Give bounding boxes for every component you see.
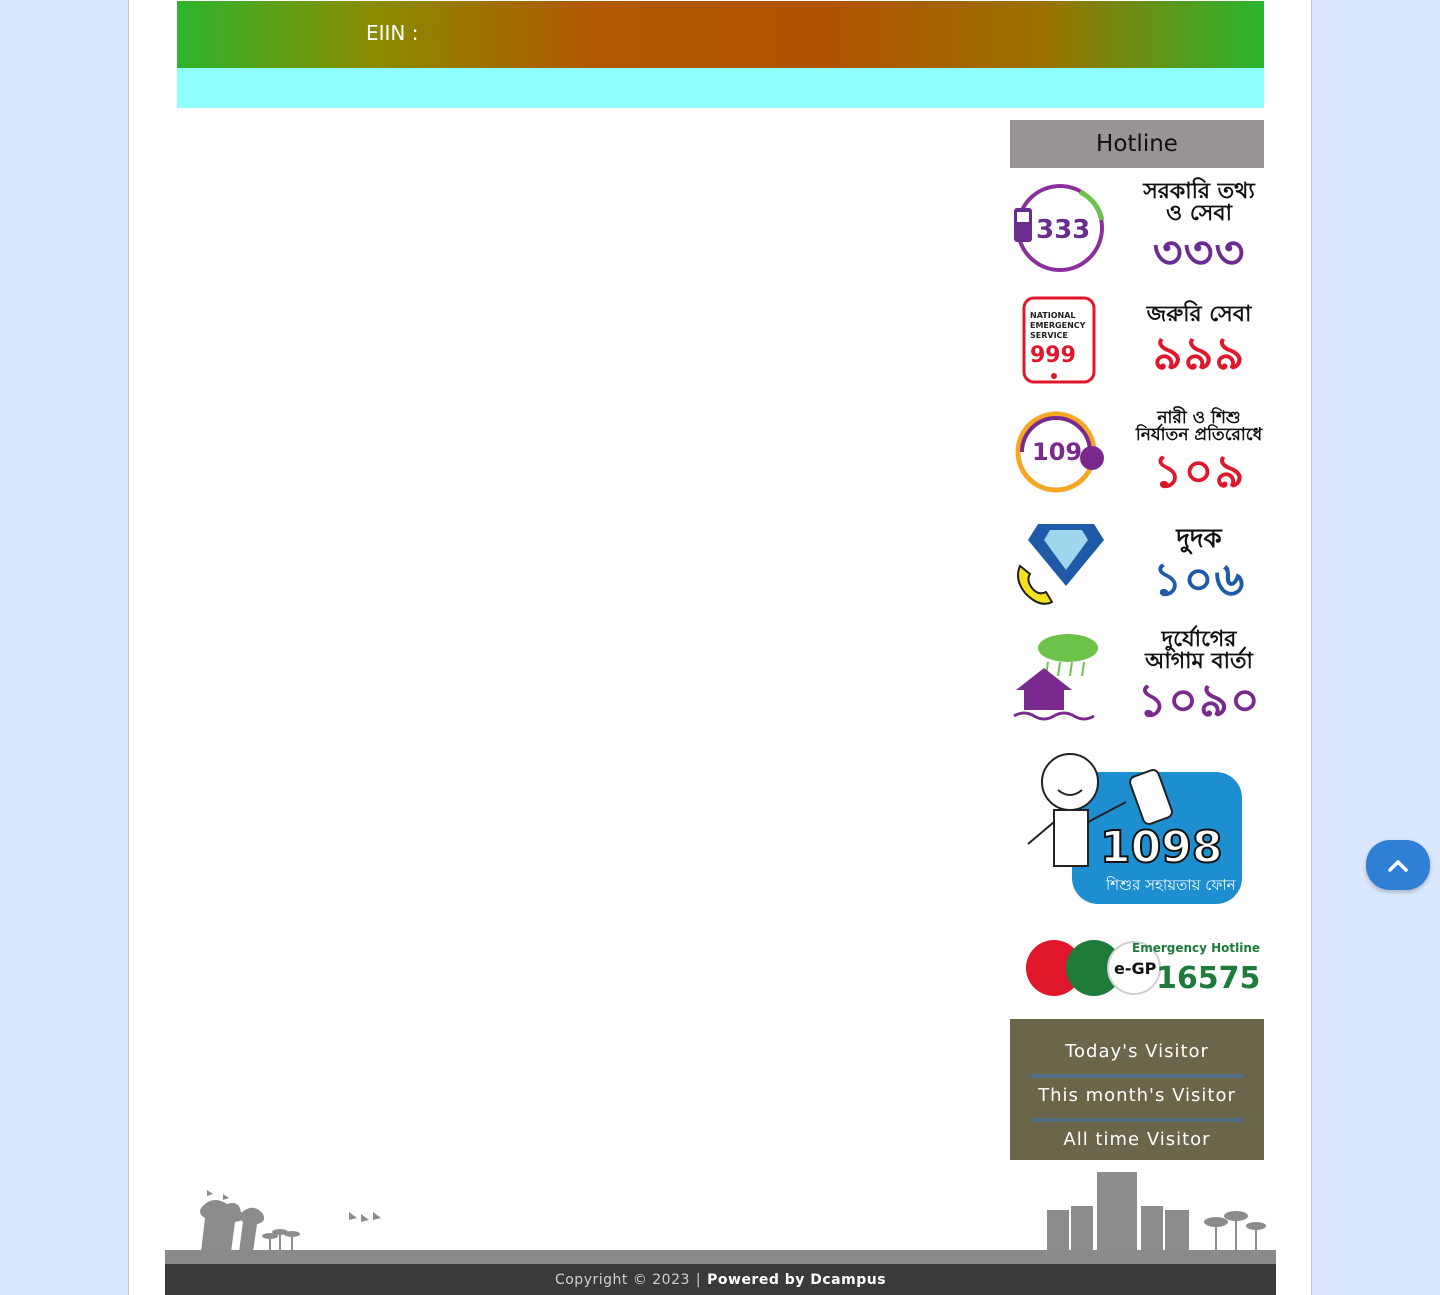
svg-text:e-GP: e-GP bbox=[1114, 959, 1157, 978]
eiin-label: EIIN : bbox=[366, 21, 419, 45]
egp-hotline-logo: e-GP Emergency Hotline 16575 bbox=[1026, 940, 1260, 996]
anti-corruption-106-icon bbox=[1010, 516, 1106, 612]
footer: Copyright © 2023 | Powered by Dcampus bbox=[165, 1264, 1276, 1295]
svg-text:1098: 1098 bbox=[1100, 822, 1222, 873]
divider bbox=[1030, 1074, 1244, 1078]
svg-text:16575: 16575 bbox=[1156, 961, 1260, 996]
women-child-109-icon: 109 bbox=[1010, 404, 1106, 500]
hotline-333-link[interactable]: 333 সরকারি তথ্য ও সেবা ৩৩৩ bbox=[1010, 172, 1264, 284]
footer-stripe bbox=[165, 1250, 1276, 1264]
svg-text:Emergency Hotline: Emergency Hotline bbox=[1132, 941, 1260, 955]
scroll-to-top-button[interactable] bbox=[1366, 840, 1430, 890]
hotline-caption: সরকারি তথ্য ও সেবা bbox=[1143, 179, 1255, 226]
chevron-up-icon bbox=[1388, 860, 1408, 872]
info-service-333-icon: 333 bbox=[1010, 180, 1106, 276]
svg-text:109: 109 bbox=[1032, 438, 1082, 466]
this-months-visitor: This month's Visitor bbox=[1038, 1085, 1236, 1106]
svg-text:NATIONAL: NATIONAL bbox=[1030, 311, 1075, 320]
sidebar: Hotline 333 সরকারি তথ্য ও সেবা ৩৩৩ NATIO… bbox=[1010, 120, 1264, 1160]
emergency-999-icon: NATIONAL EMERGENCY SERVICE 999 bbox=[1010, 292, 1106, 388]
child-helpline-icon: 1098 শিশুর সহায়তায় ফোন bbox=[1027, 753, 1242, 904]
header-banner: EIIN : bbox=[177, 1, 1264, 68]
child-helpline-1098-link[interactable]: 1098 শিশুর সহায়তায় ফোন bbox=[1010, 732, 1264, 922]
hotline-caption: জরুরি সেবা bbox=[1146, 302, 1252, 327]
svg-text:333: 333 bbox=[1036, 215, 1090, 245]
visitor-counter: Today's Visitor This month's Visitor All… bbox=[1010, 1019, 1264, 1160]
hotline-caption: নারী ও শিশু নির্যাতন প্রতিরোধে bbox=[1135, 408, 1263, 445]
divider bbox=[1030, 1118, 1244, 1122]
hotline-number: ১০৯০ bbox=[1137, 673, 1261, 727]
powered-by-link[interactable]: Powered by Dcampus bbox=[707, 1272, 886, 1288]
hotline-number: ১০৬ bbox=[1152, 552, 1246, 606]
svg-text:SERVICE: SERVICE bbox=[1030, 331, 1068, 340]
hotline-caption: দুর্যোগের আগাম বার্তা bbox=[1145, 627, 1253, 674]
svg-text:শিশুর সহায়তায় ফোন: শিশুর সহায়তায় ফোন bbox=[1105, 876, 1237, 894]
svg-text:999: 999 bbox=[1030, 343, 1076, 368]
copyright-text: Copyright © 2023 bbox=[554, 1271, 690, 1288]
footer-separator: | bbox=[695, 1271, 702, 1288]
all-time-visitor: All time Visitor bbox=[1063, 1129, 1211, 1150]
disaster-warning-1090-icon bbox=[1010, 628, 1106, 724]
hotline-heading: Hotline bbox=[1010, 120, 1264, 168]
navigation-bar bbox=[177, 68, 1264, 108]
hotline-title: Hotline bbox=[1096, 131, 1178, 157]
footer-landscape-illustration bbox=[200, 1172, 1266, 1252]
todays-visitor: Today's Visitor bbox=[1065, 1041, 1209, 1062]
hotline-109-link[interactable]: 109 নারী ও শিশু নির্যাতন প্রতিরোধে ১০৯ bbox=[1010, 396, 1264, 508]
hotline-number: ৩৩৩ bbox=[1152, 225, 1246, 279]
hotline-106-link[interactable]: দুদক ১০৬ bbox=[1010, 508, 1264, 620]
svg-text:EMERGENCY: EMERGENCY bbox=[1030, 321, 1086, 330]
hotline-number: ৯৯৯ bbox=[1152, 326, 1246, 380]
hotline-caption: দুদক bbox=[1176, 524, 1222, 554]
egp-hotline-link[interactable]: e-GP Emergency Hotline 16575 bbox=[1010, 922, 1264, 1032]
page-container: EIIN : Hotline 333 সরকারি তথ্য ও সেবা ৩৩… bbox=[128, 0, 1312, 1295]
hotline-number: ১০৯ bbox=[1152, 444, 1246, 498]
hotline-1090-link[interactable]: দুর্যোগের আগাম বার্তা ১০৯০ bbox=[1010, 620, 1264, 732]
hotline-999-link[interactable]: NATIONAL EMERGENCY SERVICE 999 জরুরি সেব… bbox=[1010, 284, 1264, 396]
